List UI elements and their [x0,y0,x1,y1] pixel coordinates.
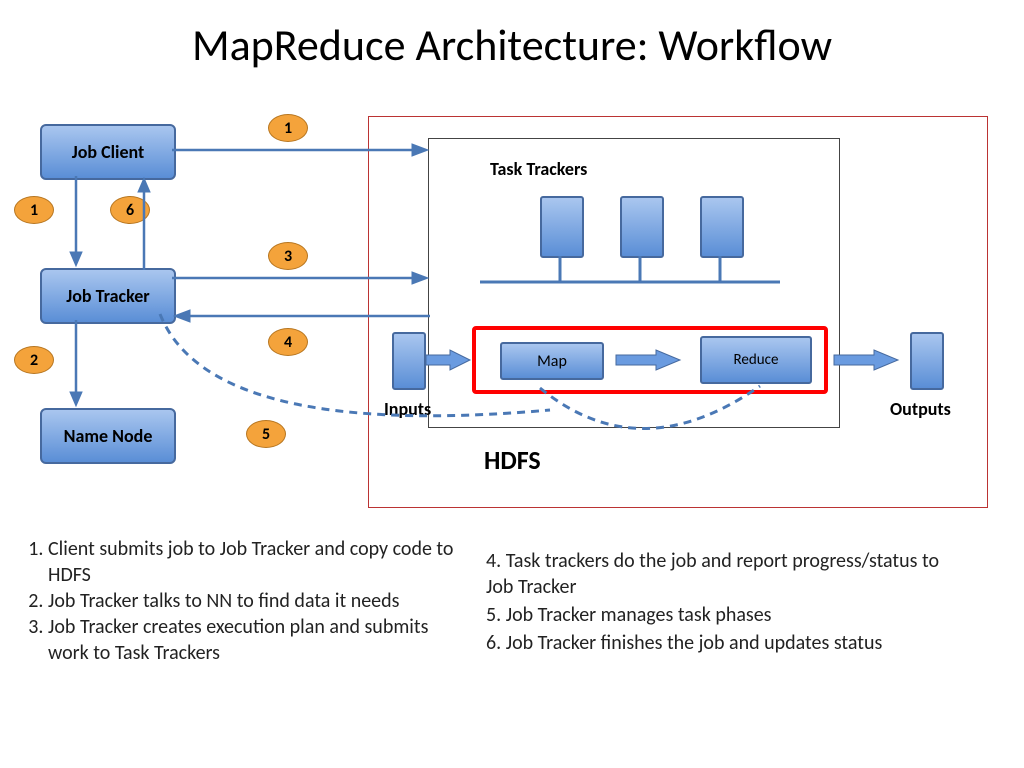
outputs-label: Outputs [890,398,951,420]
arrow-reduce-to-output [832,348,902,372]
tracker-block-1 [540,196,584,258]
badge-3: 3 [268,242,308,270]
steps-right: 4. Task trackers do the job and report p… [486,548,956,658]
dashed-curve-1 [150,310,590,460]
dashed-curve-2 [530,380,790,480]
badge-2: 2 [14,346,54,374]
tracker-block-3 [700,196,744,258]
arrow-tracker-to-namenode [66,320,86,410]
arrow-map-to-reduce [614,348,684,372]
arrow-client-to-tracker [66,176,86,270]
arrow-tracker-to-client [134,176,154,270]
badge-1-top: 1 [268,114,308,142]
task-trackers-label: Task Trackers [490,158,587,180]
page-title: MapReduce Architecture: Workflow [0,0,1024,72]
outputs-block [910,332,944,390]
arrow-3-right [172,268,430,288]
step-1: Client submits job to Job Tracker and co… [48,536,462,588]
steps-left: Client submits job to Job Tracker and co… [22,536,462,666]
step-6: 6. Job Tracker finishes the job and upda… [486,630,956,656]
badge-1-left: 1 [14,196,54,224]
step-2: Job Tracker talks to NN to find data it … [48,588,462,614]
step-3: Job Tracker creates execution plan and s… [48,614,462,666]
tracker-block-2 [620,196,664,258]
job-client-box: Job Client [40,124,176,180]
tracker-bus [470,254,790,294]
step-5: 5. Job Tracker manages task phases [486,602,956,628]
reduce-box: Reduce [700,336,812,384]
step-4: 4. Task trackers do the job and report p… [486,548,956,600]
arrow-1-right [172,140,430,160]
